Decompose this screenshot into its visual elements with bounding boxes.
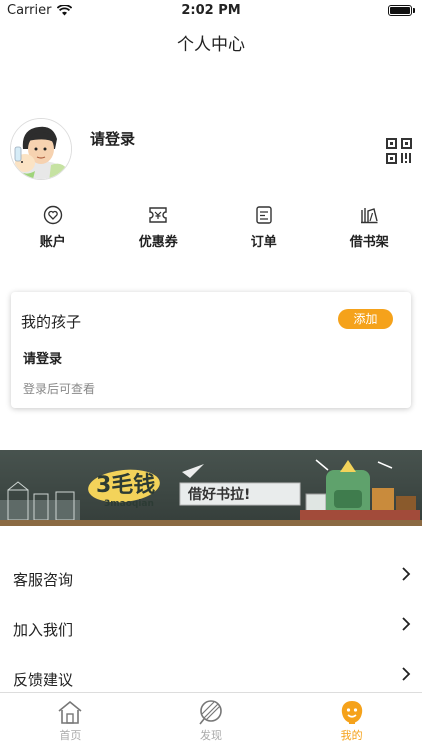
bookshelf-icon xyxy=(361,208,378,224)
kids-card-title: 我的孩子 xyxy=(21,313,82,331)
list-item-label: 客服咨询 xyxy=(13,571,74,589)
discover-icon xyxy=(199,700,222,725)
status-time: 2:02 PM xyxy=(181,3,241,18)
settings-list: 客服咨询 加入我们 反馈建议 xyxy=(0,553,422,703)
tab-bar: 首页 发现 我的 xyxy=(0,692,422,750)
quick-item-label: 优惠券 xyxy=(138,235,178,250)
chevron-right-icon xyxy=(402,567,411,581)
banner-brand: 3毛钱 xyxy=(96,472,155,498)
list-item-customer-service[interactable]: 客服咨询 xyxy=(0,553,422,603)
tab-label: 我的 xyxy=(340,729,363,742)
list-item-label: 反馈建议 xyxy=(13,671,74,689)
promo-banner[interactable]: 3毛钱 3maoqian 借好书拉! xyxy=(0,450,422,526)
chevron-right-icon xyxy=(402,667,411,681)
mine-icon xyxy=(341,701,362,724)
list-item-join-us[interactable]: 加入我们 xyxy=(0,603,422,653)
tab-mine[interactable]: 我的 xyxy=(281,693,422,750)
banner-brand-en: 3maoqian xyxy=(104,499,154,509)
list-item-label: 加入我们 xyxy=(13,621,74,639)
chevron-right-icon xyxy=(402,617,411,631)
quick-item-label: 账户 xyxy=(39,235,66,250)
status-bar: Carrier 2:02 PM xyxy=(0,0,422,22)
quick-item-coupon[interactable]: 优惠券 xyxy=(106,205,212,255)
tab-label: 首页 xyxy=(59,729,82,742)
my-kids-card: 我的孩子 添加 请登录 登录后可查看 xyxy=(11,292,411,408)
login-prompt[interactable]: 请登录 xyxy=(90,128,135,149)
quick-menu: 账户 优惠券 订单 借书架 xyxy=(0,205,422,255)
home-icon xyxy=(58,700,82,724)
quick-item-label: 订单 xyxy=(250,235,277,250)
add-child-button[interactable]: 添加 xyxy=(338,309,393,329)
kids-login-prompt[interactable]: 请登录 xyxy=(23,348,62,367)
coupon-icon xyxy=(149,207,167,223)
order-icon xyxy=(256,206,272,224)
banner-slogan: 借好书拉! xyxy=(187,486,250,503)
profile-header[interactable]: 请登录 xyxy=(10,118,412,182)
tab-discover[interactable]: 发现 xyxy=(141,693,282,750)
avatar[interactable] xyxy=(10,118,72,180)
quick-item-bookshelf[interactable]: 借书架 xyxy=(317,205,422,255)
tab-label: 发现 xyxy=(200,729,222,742)
heart-circle-icon xyxy=(43,205,62,225)
quick-item-account[interactable]: 账户 xyxy=(0,205,106,255)
banner-illustration: 3毛钱 3maoqian 借好书拉! xyxy=(0,450,422,526)
quick-item-orders[interactable]: 订单 xyxy=(211,205,317,255)
quick-item-label: 借书架 xyxy=(349,235,389,250)
kids-login-hint: 登录后可查看 xyxy=(23,382,96,396)
qr-code-icon[interactable] xyxy=(386,138,412,164)
tab-home[interactable]: 首页 xyxy=(0,693,141,750)
battery-icon xyxy=(388,5,415,16)
page-title: 个人中心 xyxy=(177,35,245,55)
